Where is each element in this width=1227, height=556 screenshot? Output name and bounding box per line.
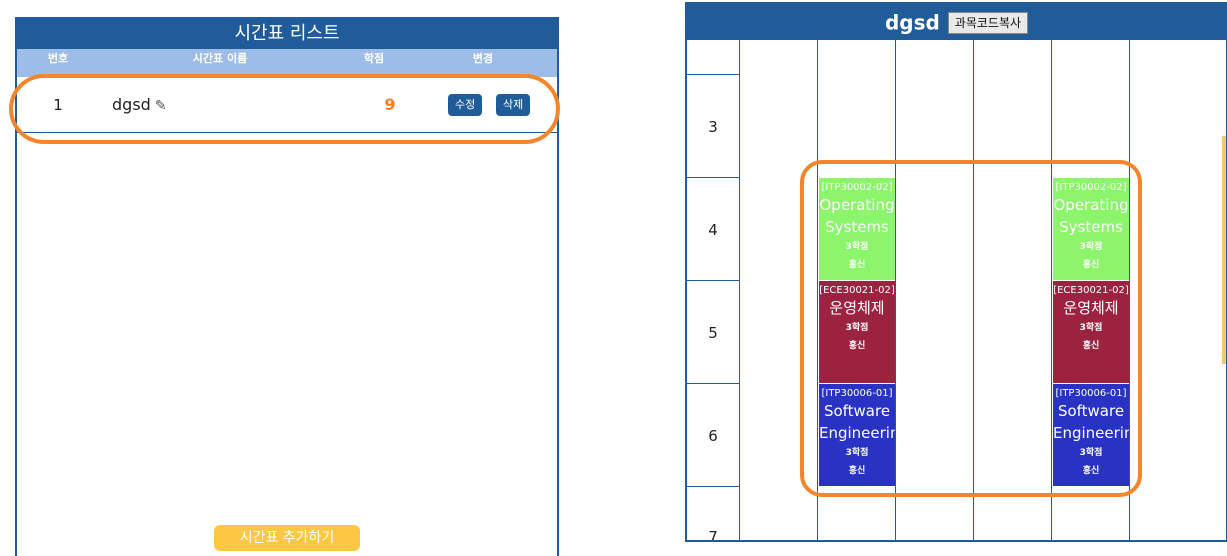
course-title-line2: Systems	[825, 218, 889, 236]
timetable-title: dgsd	[884, 10, 940, 35]
add-timetable-button[interactable]: 시간표 추가하기	[214, 525, 360, 551]
timetable-header: dgsd 과목코드복사	[687, 4, 1226, 40]
period-label: 6	[708, 427, 718, 445]
grid-line	[687, 280, 739, 281]
course-code: [ITP30002-02]	[1055, 182, 1127, 193]
course-title-line1: 운영체제	[1063, 299, 1119, 317]
course-credit: 3학점	[845, 448, 869, 458]
course-professor: 홍신	[848, 260, 866, 270]
grid-line	[817, 40, 818, 540]
period-label: 5	[708, 324, 718, 342]
course-professor: 홍신	[1082, 466, 1100, 476]
table-row[interactable]: 1 dgsd ✎ 9 수정 삭제	[17, 77, 557, 133]
timetable-name-text: dgsd	[112, 95, 151, 114]
header-no: 번호	[47, 52, 69, 65]
course-code: [ECE30021-02]	[1053, 285, 1129, 296]
pencil-icon[interactable]: ✎	[155, 78, 167, 134]
course-title-line2: Systems	[1059, 218, 1123, 236]
stage: 시간표 리스트 번호 시간표 이름 학점 변경 1 dgsd ✎ 9 수정 삭제 …	[0, 0, 1227, 556]
course-credit: 3학점	[1079, 323, 1103, 333]
timetable-name[interactable]: dgsd ✎	[112, 77, 167, 134]
row-credit: 9	[384, 95, 396, 114]
course-professor: 홍신	[848, 341, 866, 351]
grid-line	[739, 40, 740, 540]
course-title-line1: Software	[1057, 402, 1125, 420]
course-professor: 홍신	[848, 466, 866, 476]
course-title-line2: Engineerin	[1053, 424, 1129, 442]
course-title-line1: 운영체제	[829, 299, 885, 317]
grid-line	[1051, 40, 1052, 540]
course-credit: 3학점	[1079, 448, 1103, 458]
course-code: [ITP30006-01]	[821, 388, 893, 399]
course-block-os-korean[interactable]: [ECE30021-02] 운영체제 3학점 홍신	[1053, 281, 1129, 383]
course-professor: 홍신	[1082, 341, 1100, 351]
course-credit: 3학점	[845, 323, 869, 333]
grid-line	[687, 383, 739, 384]
course-block-operating-systems[interactable]: [ITP30002-02] Operating Systems 3학점 홍신	[819, 178, 895, 280]
scrollbar-thumb[interactable]	[1222, 136, 1226, 364]
grid-line	[687, 74, 739, 75]
header-name: 시간표 이름	[192, 52, 248, 65]
course-block-os-korean[interactable]: [ECE30021-02] 운영체제 3학점 홍신	[819, 281, 895, 383]
course-code: [ITP30002-02]	[821, 182, 893, 193]
timetable-panel: dgsd 과목코드복사 3 4 5 6 7 [ITP30002-02] Opera…	[685, 2, 1227, 542]
course-credit: 3학점	[845, 242, 869, 252]
course-code: [ITP30006-01]	[1055, 388, 1127, 399]
row-number: 1	[53, 96, 63, 114]
course-block-software-engineering[interactable]: [ITP30006-01] Software Engineerin 3학점 홍신	[1053, 384, 1129, 486]
timetable-list-panel: 시간표 리스트 번호 시간표 이름 학점 변경 1 dgsd ✎ 9 수정 삭제 …	[15, 17, 559, 556]
course-title-line1: Software	[823, 402, 891, 420]
list-panel-title: 시간표 리스트	[17, 19, 557, 49]
course-block-software-engineering[interactable]: [ITP30006-01] Software Engineerin 3학점 홍신	[819, 384, 895, 486]
copy-course-code-button[interactable]: 과목코드복사	[947, 11, 1029, 34]
course-block-operating-systems[interactable]: [ITP30002-02] Operating Systems 3학점 홍신	[1053, 178, 1129, 280]
course-code: [ECE30021-02]	[819, 285, 895, 296]
course-title-line2: Engineerin	[819, 424, 895, 442]
period-label: 4	[708, 221, 718, 239]
grid-line	[895, 40, 896, 540]
course-title-line1: Operating	[1053, 196, 1129, 214]
course-professor: 홍신	[1082, 260, 1100, 270]
grid-line	[687, 177, 739, 178]
period-label: 3	[708, 118, 718, 136]
timetable-grid: 3 4 5 6 7 [ITP30002-02] Operating System…	[687, 40, 1226, 542]
list-table-header: 번호 시간표 이름 학점 변경	[17, 49, 557, 77]
edit-button[interactable]: 수정	[448, 94, 483, 116]
grid-line	[1129, 40, 1130, 540]
delete-button[interactable]: 삭제	[496, 94, 531, 116]
course-title-line1: Operating	[819, 196, 895, 214]
header-credit: 학점	[363, 52, 385, 65]
grid-line	[973, 40, 974, 540]
period-label: 7	[708, 528, 718, 542]
course-credit: 3학점	[1079, 242, 1103, 252]
header-change: 변경	[472, 52, 494, 65]
grid-line	[687, 486, 739, 487]
